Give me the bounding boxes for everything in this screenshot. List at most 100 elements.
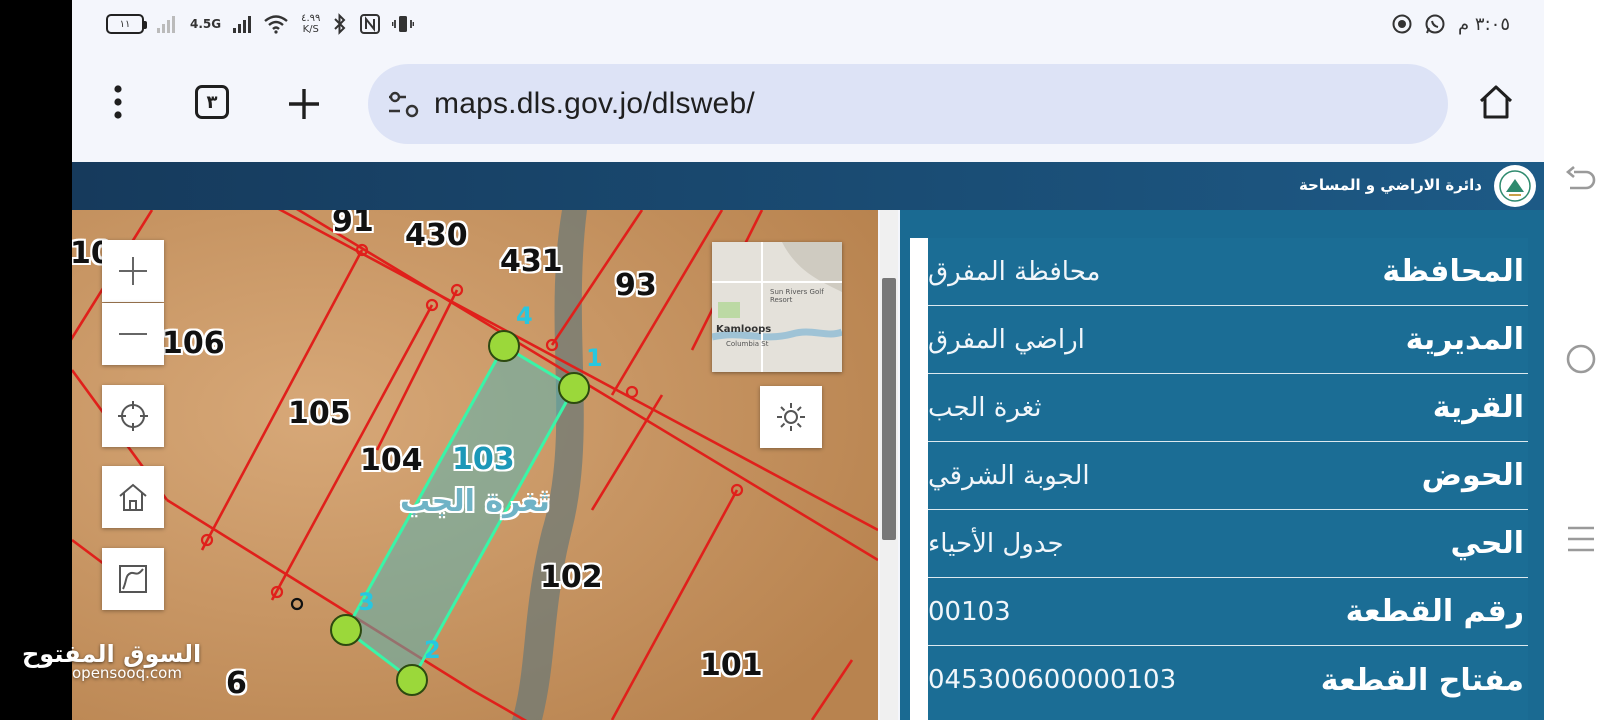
new-tab-button[interactable] bbox=[286, 86, 322, 122]
back-button[interactable] bbox=[1564, 164, 1598, 202]
signal-icon-2 bbox=[233, 16, 252, 33]
vibrate-icon bbox=[392, 16, 415, 32]
info-label: الحوض bbox=[1421, 458, 1524, 493]
battery-level: ١١ bbox=[119, 18, 131, 30]
dls-emblem-icon bbox=[1499, 170, 1531, 202]
info-value: ثغرة الجب bbox=[928, 392, 1042, 423]
app-title: دائرة الاراضي و المساحة bbox=[1298, 176, 1482, 194]
parcel-info-table: المحافظة محافظة المفرق المديرية اراضي ال… bbox=[928, 238, 1528, 720]
nfc-icon bbox=[360, 14, 381, 34]
back-icon bbox=[1565, 166, 1596, 190]
locate-button[interactable] bbox=[102, 385, 164, 447]
parcel-label-91: 91 bbox=[332, 210, 374, 239]
home-nav-button[interactable] bbox=[1564, 342, 1598, 380]
info-row-village: القرية ثغرة الجب bbox=[928, 374, 1528, 442]
sun-icon bbox=[777, 403, 805, 431]
home-button[interactable] bbox=[1476, 82, 1516, 122]
plus-icon bbox=[289, 89, 319, 119]
home-extent-button[interactable] bbox=[102, 466, 164, 528]
vertex-label-3: 3 bbox=[358, 588, 375, 616]
system-nav-bar bbox=[1544, 0, 1624, 720]
parcel-label-103: 103 bbox=[452, 442, 515, 477]
opensooq-watermark: السوق المفتوح opensooq.com bbox=[22, 640, 201, 682]
basemap-button[interactable] bbox=[102, 548, 164, 610]
status-bar: ١١ 4.5G ٤.٩٩ K/S ٣:٠٥ م bbox=[72, 0, 1544, 48]
info-row-district: الحي جدول الأحياء bbox=[928, 510, 1528, 578]
info-label: القرية bbox=[1432, 390, 1524, 425]
parcel-label-93: 93 bbox=[615, 268, 657, 303]
url-text: maps.dls.gov.jo/dlsweb/ bbox=[434, 87, 755, 120]
whatsapp-icon bbox=[1425, 14, 1445, 34]
watermark-latin: opensooq.com bbox=[72, 664, 182, 682]
parcel-label-104: 104 bbox=[360, 443, 423, 478]
wifi-icon bbox=[264, 15, 288, 34]
info-row-parcel-number: رقم القطعة 00103 bbox=[928, 578, 1528, 646]
parcel-label-430: 430 bbox=[405, 218, 468, 253]
info-value: 00103 bbox=[928, 596, 1011, 627]
info-row-governorate: المحافظة محافظة المفرق bbox=[928, 238, 1528, 306]
info-value: الجوبة الشرقي bbox=[928, 460, 1090, 491]
map-scrollbar[interactable] bbox=[880, 210, 898, 720]
scrollbar-thumb[interactable] bbox=[882, 278, 896, 540]
brightness-button[interactable] bbox=[760, 386, 822, 448]
panel-scroll-track[interactable] bbox=[910, 238, 928, 720]
home-icon bbox=[119, 483, 147, 511]
recents-button[interactable] bbox=[1564, 522, 1598, 560]
info-value: محافظة المفرق bbox=[928, 256, 1101, 287]
status-right: ٣:٠٥ م bbox=[1392, 13, 1510, 35]
signal-icon bbox=[157, 16, 175, 33]
minus-icon bbox=[119, 333, 147, 335]
more-vert-icon bbox=[114, 85, 122, 119]
parcel-label-6: 6 bbox=[226, 666, 247, 701]
overview-map[interactable]: Kamloops Sun Rivers Golf Resort Columbia… bbox=[712, 242, 842, 372]
info-label: الحي bbox=[1450, 526, 1524, 561]
info-row-parcel-key: مفتاح القطعة 045300600000103 bbox=[928, 646, 1528, 714]
parcel-label-106: 106 bbox=[162, 326, 225, 361]
home-icon bbox=[1479, 85, 1513, 119]
overview-poi-label: Sun Rivers Golf Resort bbox=[770, 288, 824, 304]
village-label: ثغرة الجب bbox=[400, 484, 550, 519]
bluetooth-icon bbox=[334, 13, 346, 35]
network-type: 4.5G bbox=[190, 17, 222, 31]
info-label: المحافظة bbox=[1382, 254, 1524, 289]
app-header: دائرة الاراضي و المساحة bbox=[72, 162, 1544, 210]
tab-switcher-button[interactable]: ٣ bbox=[192, 82, 232, 122]
dls-logo bbox=[1494, 165, 1536, 207]
circle-home-icon bbox=[1566, 344, 1596, 374]
overview-map-image bbox=[712, 242, 842, 372]
zoom-in-button[interactable] bbox=[102, 240, 164, 302]
info-value: جدول الأحياء bbox=[928, 528, 1064, 559]
parcel-label-101: 101 bbox=[700, 648, 763, 683]
info-label: المديرية bbox=[1405, 322, 1524, 357]
zoom-out-button[interactable] bbox=[102, 303, 164, 365]
site-settings-icon[interactable] bbox=[388, 90, 420, 118]
app-notification-icon bbox=[1392, 14, 1412, 34]
info-label: مفتاح القطعة bbox=[1320, 662, 1524, 698]
vertex-label-2: 2 bbox=[424, 636, 441, 664]
tab-count: ٣ bbox=[195, 85, 229, 119]
info-row-basin: الحوض الجوبة الشرقي bbox=[928, 442, 1528, 510]
crosshair-icon bbox=[118, 401, 148, 431]
net-speed: ٤.٩٩ K/S bbox=[301, 13, 320, 35]
info-value: 045300600000103 bbox=[928, 665, 1177, 695]
status-left: ١١ 4.5G ٤.٩٩ K/S bbox=[106, 13, 415, 35]
overview-place-label: Kamloops bbox=[716, 324, 772, 335]
parcel-label-102: 102 bbox=[540, 560, 603, 595]
parcel-label-105: 105 bbox=[288, 396, 351, 431]
info-label: رقم القطعة bbox=[1345, 594, 1524, 629]
info-value: اراضي المفرق bbox=[928, 324, 1085, 355]
address-bar[interactable]: maps.dls.gov.jo/dlsweb/ bbox=[368, 64, 1448, 144]
phone-screen: ١١ 4.5G ٤.٩٩ K/S ٣:٠٥ م ٣ maps.dls.gov.jo… bbox=[72, 0, 1544, 720]
menu-button[interactable] bbox=[104, 82, 132, 122]
net-speed-unit: K/S bbox=[302, 24, 319, 35]
parcel-label-431: 431 bbox=[500, 244, 563, 279]
info-row-directorate: المديرية اراضي المفرق bbox=[928, 306, 1528, 374]
map-layers-icon bbox=[119, 565, 147, 593]
overview-street-label: Columbia St bbox=[726, 340, 769, 348]
clock: ٣:٠٥ م bbox=[1458, 13, 1510, 35]
plus-icon bbox=[119, 257, 147, 285]
vertex-label-1: 1 bbox=[586, 344, 603, 372]
vertex-label-4: 4 bbox=[516, 302, 533, 330]
parcel-info-panel: المحافظة محافظة المفرق المديرية اراضي ال… bbox=[900, 210, 1544, 720]
menu-lines-icon bbox=[1568, 526, 1594, 552]
